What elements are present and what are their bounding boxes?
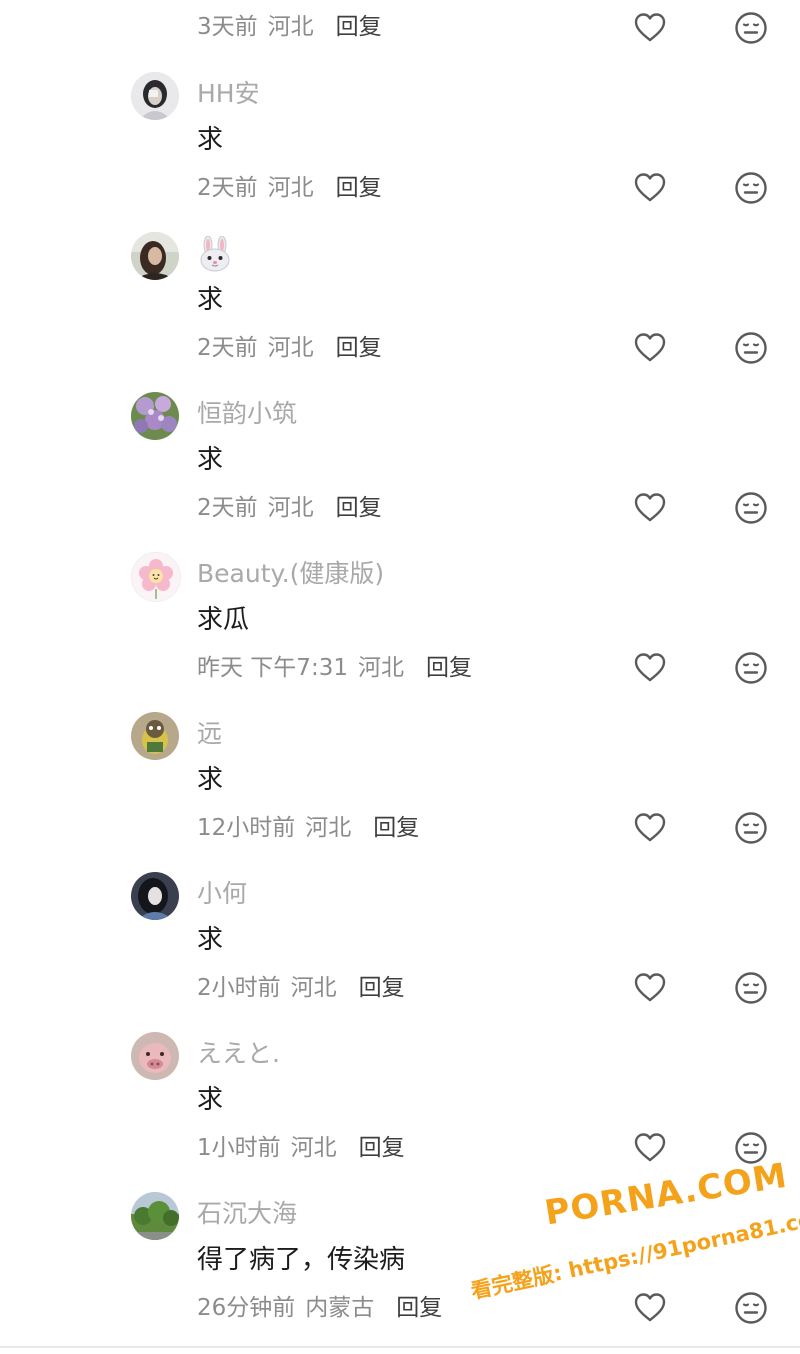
comment-meta: 3天前 河北 回复: [197, 12, 382, 42]
neutral-face-icon[interactable]: [734, 491, 768, 525]
comment-time: 1小时前: [197, 1135, 281, 1161]
like-heart-icon[interactable]: [633, 331, 667, 365]
avatar[interactable]: [131, 712, 179, 760]
comment-username[interactable]: HH安: [197, 79, 260, 109]
neutral-face-icon[interactable]: [734, 171, 768, 205]
comment-username[interactable]: Beauty.(健康版): [197, 559, 384, 589]
comment-location: 内蒙古: [305, 1295, 375, 1321]
like-heart-icon[interactable]: [633, 811, 667, 845]
comment-time: 26分钟前: [197, 1295, 296, 1321]
comment-item: 远 求 12小时前 河北 回复: [0, 710, 800, 870]
reply-button[interactable]: 回复: [336, 493, 382, 523]
comment-location: 河北: [290, 975, 337, 1001]
like-heart-icon[interactable]: [633, 971, 667, 1005]
comment-location: 河北: [305, 815, 352, 841]
comment-meta: 1小时前 河北 回复: [197, 1133, 405, 1163]
comment-text: 求: [197, 445, 224, 475]
comment-location: 河北: [290, 1135, 337, 1161]
comment-username[interactable]: 远: [197, 719, 222, 749]
like-heart-icon[interactable]: [633, 491, 667, 525]
comment-username[interactable]: 恒韵小筑: [197, 399, 297, 429]
avatar[interactable]: [131, 392, 179, 440]
avatar[interactable]: [131, 232, 179, 280]
reply-button[interactable]: 回复: [336, 333, 382, 363]
comment-item: 石沉大海 得了病了，传染病 26分钟前 内蒙古 回复: [0, 1190, 800, 1350]
like-heart-icon[interactable]: [633, 11, 667, 45]
comment-meta: 2天前 河北 回复: [197, 333, 382, 363]
comment-username[interactable]: ええと.: [197, 1039, 280, 1069]
reply-button[interactable]: 回复: [359, 1133, 405, 1163]
comment-username[interactable]: 小何: [197, 879, 247, 909]
comment-text: 得了病了，传染病: [197, 1245, 406, 1275]
neutral-face-icon[interactable]: [734, 811, 768, 845]
comment-text: 求: [197, 765, 224, 795]
comment-meta: 昨天 下午7:31 河北 回复: [197, 653, 472, 683]
comment-item: ええと. 求 1小时前 河北 回复: [0, 1030, 800, 1190]
avatar[interactable]: [131, 72, 179, 120]
comment-meta: 2天前 河北 回复: [197, 173, 382, 203]
comment-location: 河北: [267, 175, 314, 201]
comment-time: 12小时前: [197, 815, 296, 841]
comments-page: 3天前 河北 回复 HH安 求 2天前 河北 回复 求 2天前 河北 回复 恒韵…: [0, 0, 800, 1354]
comment-location: 河北: [267, 495, 314, 521]
comment-text: 求: [197, 1085, 224, 1115]
avatar[interactable]: [131, 552, 181, 602]
avatar[interactable]: [131, 1192, 179, 1240]
avatar[interactable]: [131, 1032, 179, 1080]
neutral-face-icon[interactable]: [734, 1131, 768, 1165]
comment-time: 3天前: [197, 14, 258, 40]
avatar[interactable]: [131, 872, 179, 920]
neutral-face-icon[interactable]: [734, 331, 768, 365]
neutral-face-icon[interactable]: [734, 651, 768, 685]
neutral-face-icon[interactable]: [734, 1291, 768, 1325]
neutral-face-icon[interactable]: [734, 971, 768, 1005]
comment-username[interactable]: 石沉大海: [197, 1199, 297, 1229]
comment-time: 2天前: [197, 175, 258, 201]
neutral-face-icon[interactable]: [734, 11, 768, 45]
reply-button[interactable]: 回复: [336, 173, 382, 203]
comment-meta: 26分钟前 内蒙古 回复: [197, 1293, 442, 1323]
reply-button[interactable]: 回复: [336, 12, 382, 42]
like-heart-icon[interactable]: [633, 1291, 667, 1325]
comment-text: 求: [197, 285, 224, 315]
comment-text: 求: [197, 125, 224, 155]
comment-time: 昨天 下午7:31: [197, 655, 348, 681]
comment-item: 小何 求 2小时前 河北 回复: [0, 870, 800, 1030]
comment-meta: 2小时前 河北 回复: [197, 973, 405, 1003]
comment-item: HH安 求 2天前 河北 回复: [0, 70, 800, 230]
like-heart-icon[interactable]: [633, 171, 667, 205]
like-heart-icon[interactable]: [633, 651, 667, 685]
comment-time: 2小时前: [197, 975, 281, 1001]
comment-location: 河北: [357, 655, 404, 681]
comment-location: 河北: [267, 335, 314, 361]
comment-item: 求 2天前 河北 回复: [0, 230, 800, 390]
comment-time: 2天前: [197, 495, 258, 521]
comment-text: 求瓜: [197, 605, 250, 635]
comment-time: 2天前: [197, 335, 258, 361]
reply-button[interactable]: 回复: [373, 813, 419, 843]
comment-meta: 2天前 河北 回复: [197, 493, 382, 523]
divider: [0, 1346, 800, 1348]
reply-button[interactable]: 回复: [396, 1293, 442, 1323]
comment-location: 河北: [267, 14, 314, 40]
comment-meta: 12小时前 河北 回复: [197, 813, 419, 843]
rabbit-face-emoji-icon: [200, 235, 230, 272]
comment-username[interactable]: [197, 235, 233, 279]
reply-button[interactable]: 回复: [426, 653, 472, 683]
reply-button[interactable]: 回复: [359, 973, 405, 1003]
comment-text: 求: [197, 925, 224, 955]
comment-item: 恒韵小筑 求 2天前 河北 回复: [0, 390, 800, 550]
comment-item: Beauty.(健康版) 求瓜 昨天 下午7:31 河北 回复: [0, 550, 800, 710]
like-heart-icon[interactable]: [633, 1131, 667, 1165]
